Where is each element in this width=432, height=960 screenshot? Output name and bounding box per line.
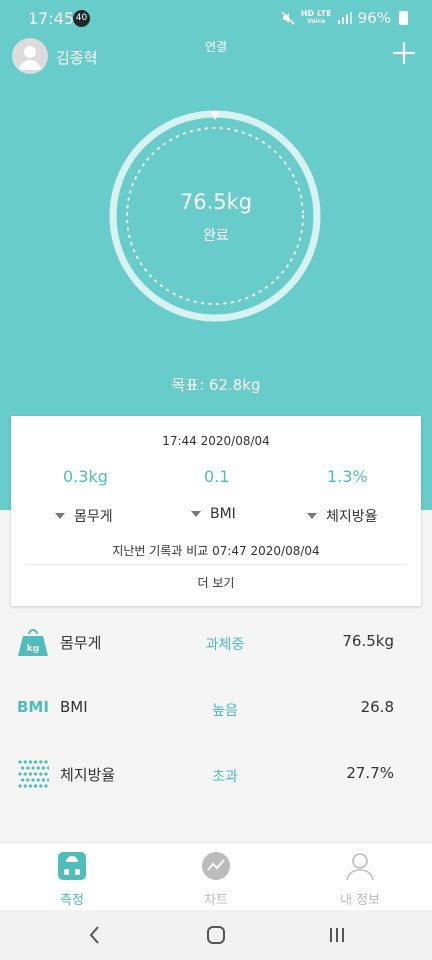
- list-item-label: BMI: [60, 698, 88, 716]
- measurement-status: 완료: [203, 228, 229, 244]
- more-button[interactable]: 더 보기: [11, 574, 421, 591]
- network-type-label: HD LTE: [300, 9, 332, 18]
- system-navigation-bar: [0, 910, 432, 960]
- bmi-icon: BMI: [17, 698, 49, 716]
- weight-delta: 0.3kg: [63, 467, 108, 486]
- connection-status: 연결: [204, 40, 228, 54]
- body-fat-delta-label: 체지방율: [307, 506, 378, 526]
- tab-measure[interactable]: 측정: [22, 851, 122, 908]
- list-item-weight[interactable]: kg 몸무게 과체중 76.5kg: [0, 610, 432, 676]
- recent-apps-icon[interactable]: [325, 924, 349, 946]
- tab-chart[interactable]: 차트: [166, 851, 266, 908]
- weight-delta-label: 몸무게: [55, 506, 113, 526]
- list-item-value: 27.7%: [346, 764, 394, 782]
- battery-icon: [399, 11, 408, 25]
- scale-icon: [58, 852, 86, 880]
- weight-progress-ring: [109, 110, 321, 322]
- list-item-body-fat[interactable]: 체지방율 초과 27.7%: [0, 742, 432, 808]
- status-time: 17:45: [28, 9, 75, 28]
- tab-label: 내 정보: [339, 893, 380, 908]
- card-divider: [25, 564, 407, 565]
- status-badge: 높음: [212, 703, 238, 719]
- arrow-down-icon: [191, 511, 201, 517]
- list-item-value: 26.8: [360, 698, 394, 716]
- current-weight: 76.5kg: [179, 190, 253, 214]
- arrow-down-icon: [307, 513, 317, 519]
- list-item-bmi[interactable]: BMI BMI 높음 26.8: [0, 676, 432, 742]
- body-fat-delta: 1.3%: [327, 467, 368, 486]
- person-icon: [346, 853, 374, 881]
- measurement-timestamp: 17:44 2020/08/04: [162, 434, 270, 448]
- home-icon[interactable]: [204, 924, 228, 946]
- kg-weight-icon: kg: [18, 629, 48, 656]
- list-item-value: 76.5kg: [342, 632, 394, 650]
- tab-my-info[interactable]: 내 정보: [310, 851, 410, 908]
- app-header: 김종혁 연결: [0, 36, 432, 76]
- list-item-label: 몸무게: [60, 634, 102, 652]
- body-fat-dots-icon: [18, 760, 49, 788]
- bottom-navigation: 측정 차트 내 정보: [0, 842, 432, 910]
- arrow-down-icon: [55, 513, 65, 519]
- network-voice-label: Voice: [307, 18, 326, 25]
- svg-text:kg: kg: [27, 644, 39, 654]
- battery-percent: 96%: [357, 9, 391, 27]
- bmi-delta: 0.1: [204, 467, 230, 486]
- back-icon[interactable]: [84, 924, 108, 946]
- list-item-label: 체지방율: [60, 766, 116, 784]
- goal-weight: 목표: 62.8kg: [171, 376, 261, 394]
- tab-label: 측정: [60, 893, 84, 908]
- mute-icon: [281, 11, 295, 25]
- notification-count-badge: 40: [73, 10, 90, 27]
- status-bar: 17:45 40 HD LTE Voice 96%: [0, 0, 432, 36]
- tab-label: 차트: [204, 893, 228, 908]
- signal-icon: [337, 12, 352, 24]
- status-badge: 과체중: [205, 637, 245, 653]
- comparison-text: 지난번 기록과 비교 07:47 2020/08/04: [112, 544, 320, 558]
- bmi-delta-label: BMI: [191, 506, 236, 522]
- status-badge: 초과: [212, 769, 238, 785]
- comparison-card: 17:44 2020/08/04 0.3kg 0.1 1.3% 몸무게 BMI …: [11, 416, 421, 606]
- add-icon[interactable]: [390, 39, 418, 67]
- chart-icon: [202, 852, 230, 880]
